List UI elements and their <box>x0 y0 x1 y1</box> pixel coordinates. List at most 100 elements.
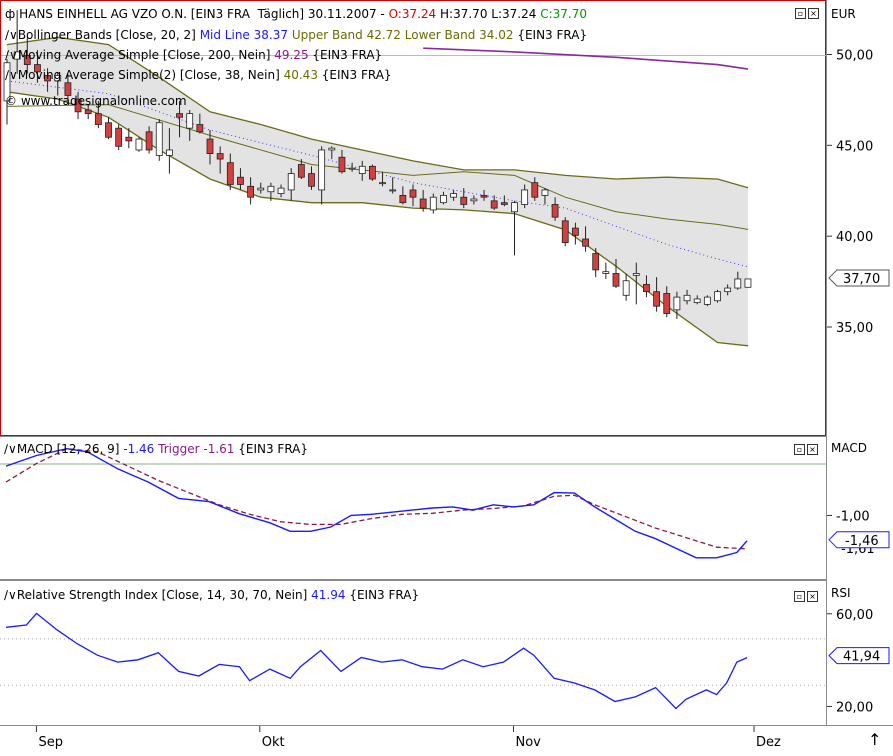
price-title: HANS EINHELL AG VZO O.N. [EIN3 FRA Tägli… <box>19 7 389 21</box>
high-low-value: H:37.70 L:37.24 <box>440 7 537 21</box>
candle-body <box>399 194 407 204</box>
copyright: © www.tradesignalonline.com <box>5 94 187 108</box>
candle-body <box>643 283 650 293</box>
indicator-wave-icon: ∕∨ <box>5 28 18 42</box>
candle-body <box>744 278 752 288</box>
candle-body <box>94 113 102 125</box>
time-axis: Sep Okt Nov Dez ↑ <box>0 725 893 756</box>
value-axis-column: 50,00 45,00 40,00 35,00 37,70 -1,00 -1,61 -1,46… <box>826 0 893 725</box>
candle-body <box>561 220 569 244</box>
rsi-label: Relative Strength Index [Close, 14, 30, … <box>16 588 308 602</box>
close-value: C:37.70 <box>540 7 587 21</box>
macd-last-label: -1,46 <box>845 534 879 549</box>
candle-body <box>328 147 336 151</box>
close-icon[interactable]: × <box>807 444 818 455</box>
candle <box>115 124 123 150</box>
candle-body <box>186 113 194 129</box>
ma200-legend[interactable]: ∕∨Moving Average Simple [Close, 200, Nei… <box>5 47 382 63</box>
bb-upper-lower: Upper Band 42.72 Lower Band 34.02 <box>291 28 514 42</box>
candle-body <box>531 182 539 198</box>
time-axis-label: Nov <box>516 735 542 750</box>
candlestick-icon: ф <box>5 7 16 21</box>
ma200-line <box>423 47 749 70</box>
time-axis-label: Sep <box>38 735 63 750</box>
candle-body <box>125 136 133 142</box>
candle <box>368 164 376 181</box>
candle-body <box>338 156 346 173</box>
candle-body <box>703 296 711 305</box>
rsi-panel: ∕∨Relative Strength Index [Close, 14, 30… <box>0 579 826 727</box>
price-title-line: ф HANS EINHELL AG VZO O.N. [EIN3 FRA Täg… <box>5 6 587 22</box>
candle-body <box>521 189 529 205</box>
candle-body <box>460 196 468 205</box>
indicator-wave-icon: ∕∨ <box>4 442 17 456</box>
open-value: O:37.24 <box>388 7 437 21</box>
candle-body <box>734 278 742 289</box>
candle-body <box>287 173 295 191</box>
candle-body <box>308 173 315 187</box>
candle-body <box>389 189 397 192</box>
candle-body <box>297 164 305 178</box>
candle-body <box>196 124 204 133</box>
ma200-label: Moving Average Simple [Close, 200, Nein] <box>17 48 271 62</box>
candle <box>105 117 112 140</box>
candle-body <box>206 138 214 154</box>
restore-icon[interactable]: ▫ <box>794 444 805 455</box>
close-icon[interactable]: × <box>807 591 818 602</box>
scroll-arrow-icon[interactable]: ↑ <box>868 730 881 749</box>
candle-body <box>714 291 721 302</box>
candle-body <box>277 187 285 194</box>
candle-body <box>551 204 559 218</box>
rsi-legend[interactable]: ∕∨Relative Strength Index [Close, 14, 30… <box>4 587 419 603</box>
candle-body <box>348 167 356 170</box>
candle-body <box>135 138 143 151</box>
candle-body <box>226 162 234 185</box>
restore-icon[interactable]: ▫ <box>794 591 805 602</box>
candle-body <box>379 182 386 185</box>
candle-body <box>612 273 620 287</box>
ma38-value: 40.43 <box>283 68 318 82</box>
rsi-last-label: 41,94 <box>843 650 880 665</box>
price-axis-label: 40,00 <box>836 230 873 245</box>
macd-chart-svg <box>0 447 826 559</box>
ma200-suffix: {EIN3 FRA} <box>312 48 383 62</box>
candle-body <box>582 238 589 247</box>
price-panel-controls: ▫ × <box>793 7 819 19</box>
last-price-label: 37,70 <box>843 272 880 287</box>
candle <box>622 273 630 301</box>
price-panel: ф HANS EINHELL AG VZO O.N. [EIN3 FRA Täg… <box>0 0 827 436</box>
rsi-axis-label: 60,00 <box>836 608 873 623</box>
macd-label: MACD [12, 26, 9] <box>16 442 120 456</box>
candle-body <box>409 189 417 198</box>
rsi-value: 41.94 <box>311 588 346 602</box>
candle <box>602 262 610 279</box>
rsi-line <box>5 612 748 710</box>
candle-body <box>419 198 427 209</box>
rsi-axis-label: 20,00 <box>836 700 873 715</box>
candle-body <box>511 202 518 213</box>
ma38-label: Moving Average Simple(2) [Close, 38, Nei… <box>17 68 280 82</box>
restore-icon[interactable]: ▫ <box>795 8 806 19</box>
indicator-wave-icon: ∕∨ <box>5 48 18 62</box>
bb-suffix: {EIN3 FRA} <box>517 28 588 42</box>
candle-body <box>724 287 732 293</box>
candle-body <box>541 189 549 196</box>
candle-body <box>105 122 112 138</box>
candle-body <box>450 193 458 198</box>
macd-legend[interactable]: ∕∨MACD [12, 26, 9] -1.46 Trigger -1.61 {… <box>4 441 308 457</box>
candle-body <box>480 194 488 198</box>
bb-legend[interactable]: ∕∨Bollinger Bands [Close, 20, 2] Mid Lin… <box>5 27 587 43</box>
candle <box>511 200 518 256</box>
candle-body <box>216 153 224 160</box>
candle-body <box>470 198 478 202</box>
ma38-legend[interactable]: ∕∨Moving Average Simple(2) [Close, 38, N… <box>5 67 392 83</box>
rsi-panel-controls: ▫ × <box>792 590 818 602</box>
candle-body <box>429 196 437 211</box>
macd-axis-label: -1,00 <box>836 509 870 524</box>
close-icon[interactable]: × <box>808 8 819 19</box>
indicator-wave-icon: ∕∨ <box>4 588 17 602</box>
candle-body <box>500 202 508 205</box>
candle-body <box>84 109 92 115</box>
candle-body <box>622 280 630 296</box>
candle-body <box>572 227 579 236</box>
